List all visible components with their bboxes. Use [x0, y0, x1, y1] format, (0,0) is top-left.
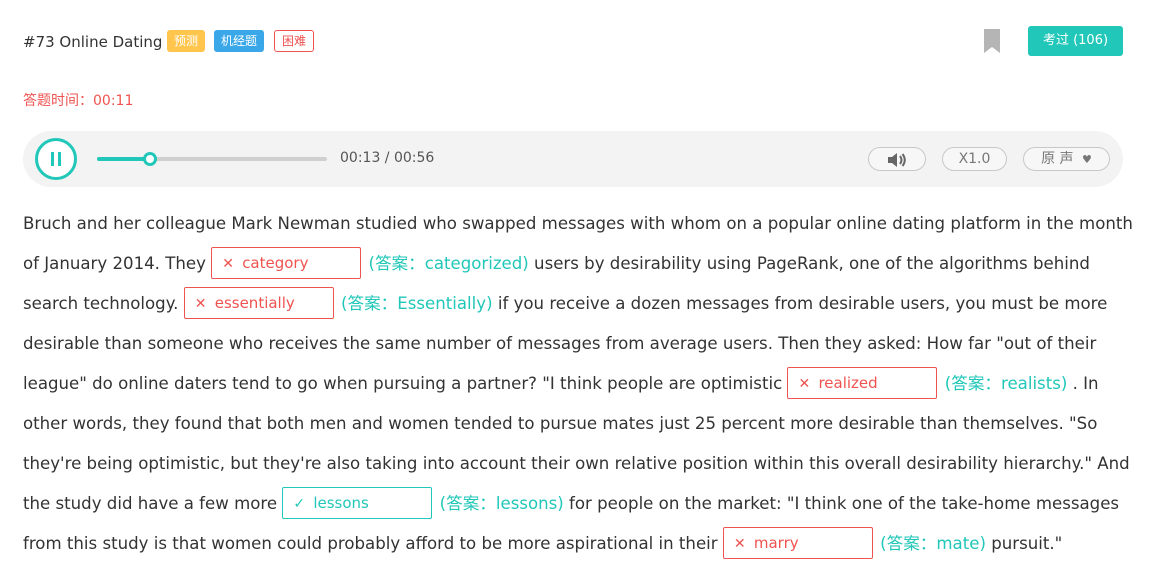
wrong-icon: ✕: [798, 375, 811, 392]
pause-icon: [51, 152, 54, 166]
voice-select[interactable]: 原 声 ♥: [1023, 147, 1110, 171]
tag-machine-exam: 机经题: [214, 30, 265, 52]
answer-key-2: (答案：Essentially): [341, 294, 493, 313]
question-header: #73 Online Dating 预测 机经题 困难 考过 (106): [23, 26, 1123, 56]
answer-timer: 答题时间：00:11: [23, 93, 134, 109]
blank-answer-1[interactable]: ✕ category: [211, 246, 362, 279]
audio-player: 00:13 / 00:56 X1.0 原 声 ♥: [23, 131, 1123, 187]
voice-label: 原 声: [1041, 151, 1074, 167]
answer-key-5: (答案：mate): [880, 534, 986, 553]
passage: Bruch and her colleague Mark Newman stud…: [23, 204, 1133, 564]
volume-button[interactable]: [868, 147, 926, 171]
question-title: #73 Online Dating: [23, 33, 163, 51]
answer-key-4: (答案：lessons): [439, 494, 564, 513]
progress-handle[interactable]: [143, 152, 158, 166]
time-readout: 00:13 / 00:56: [340, 150, 435, 166]
volume-icon: [888, 153, 906, 167]
blank-answer-5[interactable]: ✕ marry: [722, 526, 873, 559]
speed-button[interactable]: X1.0: [942, 147, 1007, 171]
heart-icon: ♥: [1082, 153, 1092, 166]
wrong-icon: ✕: [222, 255, 234, 272]
answer-key-1: (答案：categorized): [368, 254, 529, 273]
pause-button[interactable]: [35, 138, 77, 180]
check-icon: ✓: [293, 495, 306, 512]
wrong-icon: ✕: [733, 535, 746, 552]
tag-predict: 预测: [167, 30, 206, 52]
blank-answer-2[interactable]: ✕ essentially: [183, 286, 334, 319]
blank-answer-4[interactable]: ✓ lessons: [282, 486, 433, 519]
wrong-icon: ✕: [194, 295, 207, 312]
exam-count-button[interactable]: 考过 (106): [1028, 26, 1123, 56]
progress-track[interactable]: [97, 152, 327, 166]
tag-difficulty: 困难: [274, 30, 315, 52]
answer-key-3: (答案：realists): [944, 374, 1068, 393]
progress-fill: [97, 157, 151, 161]
blank-answer-3[interactable]: ✕ realized: [787, 366, 938, 399]
bookmark-icon[interactable]: [984, 29, 1000, 53]
